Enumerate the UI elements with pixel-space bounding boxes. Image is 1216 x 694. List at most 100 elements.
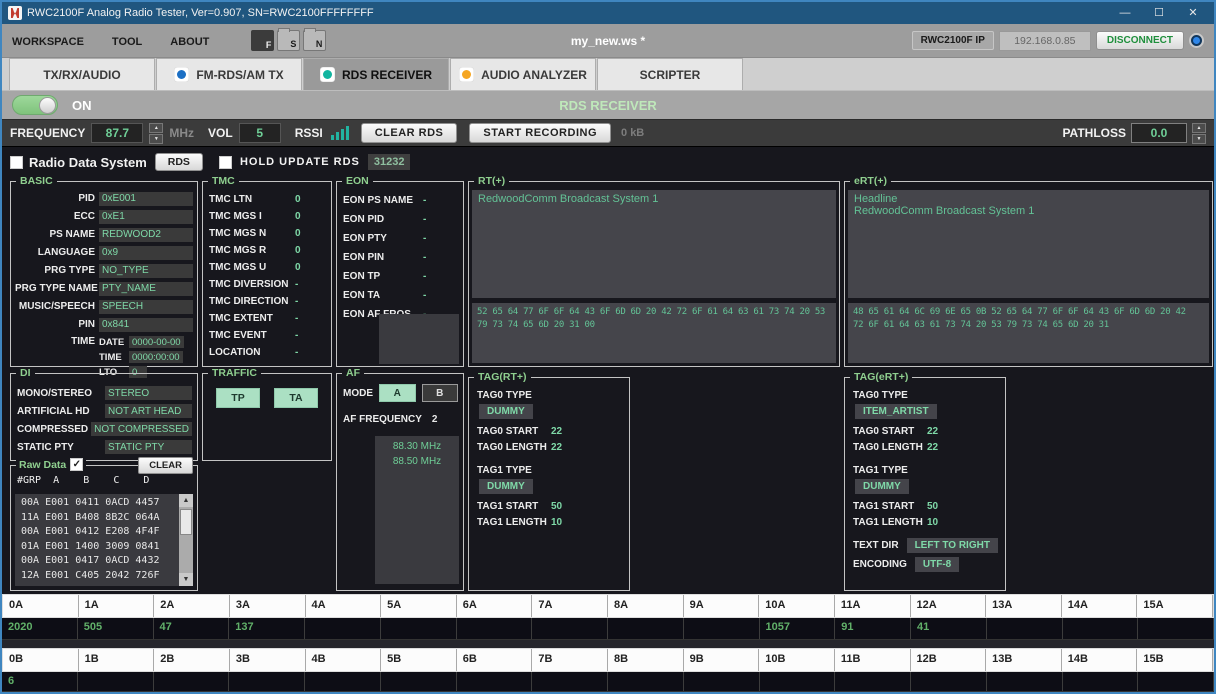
- group-b-header-cell: 7B: [532, 649, 608, 671]
- group-b-value-cell: [381, 672, 457, 691]
- field-value: -: [295, 347, 298, 358]
- tab-scripter[interactable]: SCRIPTER: [597, 58, 743, 90]
- group-b-value-cell: [760, 672, 836, 691]
- clear-rds-button[interactable]: CLEAR RDS: [361, 123, 458, 143]
- group-b-value-cell: [78, 672, 154, 691]
- arrow-up-icon[interactable]: ▲: [149, 123, 163, 133]
- tag1-length-label: TAG1 LENGTH: [477, 517, 551, 528]
- group-a-header-cell: 2A: [154, 595, 230, 617]
- tab-audio-analyzer[interactable]: AUDIO ANALYZER: [450, 58, 596, 90]
- scroll-down-icon[interactable]: ▼: [179, 573, 193, 586]
- group-b-value-cell: [305, 672, 381, 691]
- frequency-field[interactable]: 87.7: [91, 123, 143, 143]
- orange-dot-icon: [459, 67, 474, 82]
- group-a-header-row: 0A 1A 2A 3A 4A 5A 6A 7A 8A 9A 10A 11A 12…: [2, 594, 1214, 618]
- group-a-header-cell: 10A: [759, 595, 835, 617]
- af-panel-title: AF: [342, 367, 364, 379]
- raw-data-checkbox[interactable]: ✓: [70, 458, 83, 471]
- raw-data-scrollbar[interactable]: ▲ ▼: [179, 494, 193, 586]
- hold-update-checkbox[interactable]: [219, 156, 232, 169]
- group-a-value-cell: [608, 618, 684, 639]
- menu-items: WORKSPACE TOOL ABOUT: [12, 32, 237, 50]
- start-recording-button[interactable]: START RECORDING: [469, 123, 611, 143]
- section-title: RDS RECEIVER: [559, 98, 657, 113]
- power-toggle[interactable]: [12, 95, 58, 115]
- radio-data-system-checkbox[interactable]: [10, 156, 23, 169]
- close-icon[interactable]: ✕: [1176, 3, 1210, 23]
- raw-data-row: 00A E001 0412 E208 4F4F: [15, 525, 179, 540]
- tab-tx-rx-audio[interactable]: TX/RX/AUDIO: [9, 58, 155, 90]
- save-workspace-icon[interactable]: S: [277, 30, 300, 51]
- rds-button[interactable]: RDS: [155, 153, 203, 171]
- group-b-header-cell: 9B: [684, 649, 760, 671]
- group-b-header-cell: 1B: [79, 649, 155, 671]
- field-value: STEREO: [105, 386, 192, 400]
- field-value: 0000:00:00: [129, 351, 183, 363]
- time-row: TIME 0000:00:00: [99, 350, 193, 364]
- menu-item[interactable]: ABOUT: [170, 36, 209, 48]
- tab-rds-receiver[interactable]: RDS RECEIVER: [303, 58, 449, 90]
- field-value: -: [295, 313, 298, 324]
- menu-item[interactable]: TOOL: [112, 36, 142, 48]
- titlebar: RWC2100F Analog Radio Tester, Ver=0.907,…: [2, 2, 1214, 24]
- field-label: TMC MGS U: [209, 262, 266, 273]
- workspace-form-icon[interactable]: F: [251, 30, 274, 51]
- di-row: MONO/STEREO STEREO: [17, 384, 192, 402]
- arrow-up-icon[interactable]: ▲: [1192, 123, 1206, 133]
- scroll-thumb[interactable]: [180, 509, 192, 535]
- control-row: FREQUENCY 87.7 ▲ ▼ MHz VOL 5 RSSI CLEAR …: [2, 119, 1214, 146]
- vol-field[interactable]: 5: [239, 123, 281, 143]
- field-value: -: [295, 330, 298, 341]
- field-value: NO_TYPE: [99, 264, 193, 278]
- group-a-header-cell: 9A: [684, 595, 760, 617]
- di-row: ARTIFICIAL HD NOT ART HEAD: [17, 402, 192, 420]
- tag1-start-label: TAG1 START: [477, 501, 551, 512]
- field-value: NOT ART HEAD: [105, 404, 192, 418]
- tmc-row: TMC EXTENT -: [209, 310, 326, 327]
- ip-input[interactable]: [999, 31, 1091, 51]
- group-a-value-cell: [684, 618, 760, 639]
- field-value: -: [295, 279, 298, 290]
- af-frequency-item: 88.50 MHz: [375, 454, 459, 469]
- traffic-panel-title: TRAFFIC: [208, 367, 261, 379]
- group-a-header-cell: 15A: [1137, 595, 1213, 617]
- af-mode-b-button[interactable]: B: [422, 384, 459, 402]
- rt-text-display: RedwoodComm Broadcast System 1: [472, 190, 836, 298]
- group-a-header-cell: 3A: [230, 595, 306, 617]
- arrow-down-icon[interactable]: ▼: [1192, 134, 1206, 144]
- group-b-header-cell: 15B: [1137, 649, 1213, 671]
- workspace-filename: my_new.ws *: [571, 34, 645, 48]
- menu-item[interactable]: WORKSPACE: [12, 36, 84, 48]
- minimize-icon[interactable]: —: [1108, 3, 1142, 23]
- raw-clear-button[interactable]: CLEAR: [138, 457, 193, 474]
- scroll-up-icon[interactable]: ▲: [179, 494, 193, 507]
- pathloss-field[interactable]: 0.0: [1131, 123, 1187, 143]
- arrow-down-icon[interactable]: ▼: [149, 134, 163, 144]
- pathloss-stepper[interactable]: ▲ ▼: [1192, 123, 1206, 144]
- tab-fm-rds-am-tx[interactable]: FM-RDS/AM TX: [156, 58, 302, 90]
- eon-rows: EON PS NAME - EON PID - EON PTY - EON PI…: [343, 191, 458, 324]
- maximize-icon[interactable]: ☐: [1142, 3, 1176, 23]
- tmc-row: TMC EVENT -: [209, 327, 326, 344]
- group-a-value-cell: 2020: [2, 618, 78, 639]
- tag-rt-panel-title: TAG(RT+): [474, 371, 531, 383]
- ta-button[interactable]: TA: [274, 388, 318, 408]
- raw-data-list: 00A E001 0411 0ACD 4457 11A E001 B408 8B…: [15, 494, 193, 586]
- new-workspace-icon[interactable]: N: [303, 30, 326, 51]
- af-mode-a-button[interactable]: A: [379, 384, 416, 402]
- field-label: PIN: [15, 319, 99, 330]
- basic-row: PRG TYPE NO_TYPE: [15, 262, 193, 279]
- group-a-header-cell: 11A: [835, 595, 911, 617]
- group-a-header-cell: 7A: [532, 595, 608, 617]
- field-value: -: [423, 195, 426, 206]
- field-label: TMC EXTENT: [209, 313, 273, 324]
- field-value: -: [423, 233, 426, 244]
- rssi-signal-icon: [331, 126, 349, 140]
- frequency-stepper[interactable]: ▲ ▼: [149, 123, 163, 144]
- field-label: EON PTY: [343, 233, 387, 244]
- tag0-start-label: TAG0 START: [477, 426, 551, 437]
- group-b-value-cell: [532, 672, 608, 691]
- disconnect-button[interactable]: DISCONNECT: [1096, 31, 1184, 50]
- group-b-value-cell: [1063, 672, 1139, 691]
- tp-button[interactable]: TP: [216, 388, 260, 408]
